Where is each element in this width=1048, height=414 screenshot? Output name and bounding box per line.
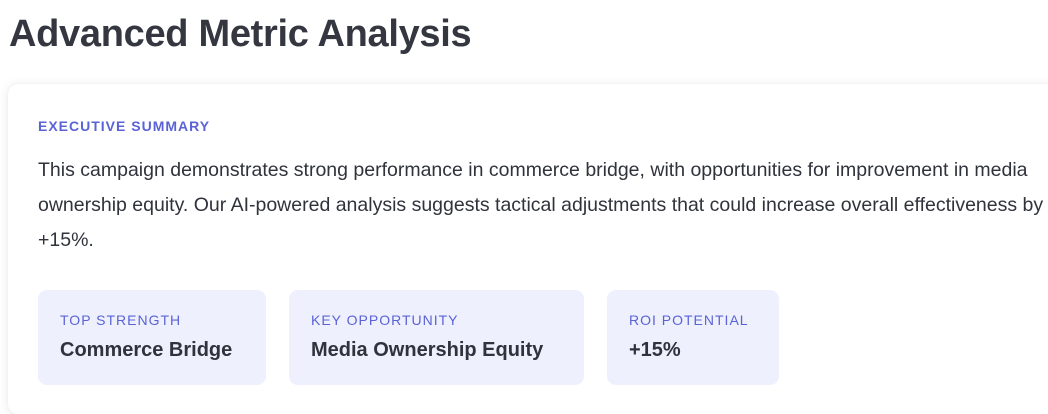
- executive-summary-text: This campaign demonstrates strong perfor…: [38, 159, 1044, 251]
- key-opportunity-value: Media Ownership Equity: [311, 339, 544, 361]
- page-title: Advanced Metric Analysis: [9, 13, 472, 55]
- roi-potential-value: +15%: [629, 339, 681, 361]
- roi-potential-metric: ROI POTENTIAL +15%: [607, 290, 779, 385]
- top-strength-value: Commerce Bridge: [60, 339, 233, 361]
- executive-summary-label: EXECUTIVE SUMMARY: [38, 118, 211, 134]
- roi-potential-label: ROI POTENTIAL: [629, 312, 749, 328]
- executive-summary-card: EXECUTIVE SUMMARY This campaign demonstr…: [8, 84, 1048, 414]
- key-opportunity-label: KEY OPPORTUNITY: [311, 312, 459, 328]
- top-strength-label: TOP STRENGTH: [60, 312, 182, 328]
- key-opportunity-metric: KEY OPPORTUNITY Media Ownership Equity: [289, 290, 584, 385]
- top-strength-metric: TOP STRENGTH Commerce Bridge: [38, 290, 266, 385]
